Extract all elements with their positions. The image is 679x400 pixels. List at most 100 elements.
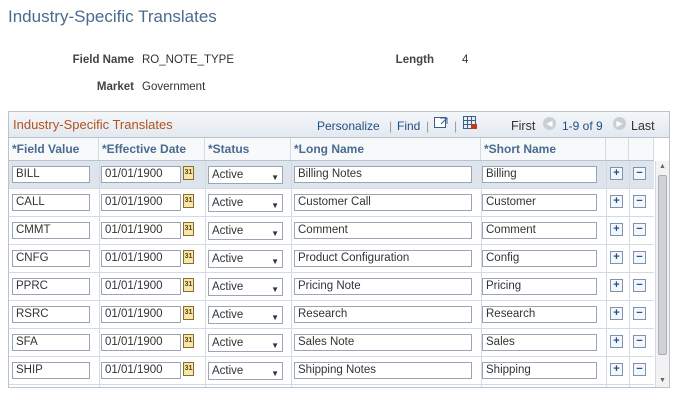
find-link[interactable]: Find <box>397 119 420 133</box>
view-all-icon[interactable] <box>434 116 448 129</box>
calendar-icon[interactable]: 31 <box>183 306 194 320</box>
effective-date-input[interactable]: 01/01/1900 <box>101 250 181 267</box>
effective-date-input[interactable]: 01/01/1900 <box>101 166 181 183</box>
effective-date-input[interactable]: 01/01/1900 <box>101 306 181 323</box>
calendar-icon[interactable]: 31 <box>183 194 194 208</box>
long-name-input[interactable]: Comment <box>294 222 472 239</box>
short-name-input[interactable]: Customer <box>482 194 597 211</box>
add-row-button[interactable]: + <box>610 279 623 292</box>
add-row-button[interactable]: + <box>610 195 623 208</box>
effective-date-input[interactable]: 01/01/1900 <box>101 278 181 295</box>
add-row-button[interactable]: + <box>610 335 623 348</box>
grid-header-bar: Industry-Specific Translates Personalize… <box>9 112 669 138</box>
add-row-button[interactable]: + <box>610 307 623 320</box>
field-value-input[interactable]: PPRC <box>12 278 90 295</box>
calendar-icon[interactable]: 31 <box>183 278 194 292</box>
short-name-input[interactable]: Sales <box>482 334 597 351</box>
short-name-input[interactable]: Shipping <box>482 362 597 379</box>
last-label: Last <box>631 119 655 133</box>
field-value-input[interactable]: BILL <box>12 166 90 183</box>
col-field-value[interactable]: *Field Value <box>9 138 99 160</box>
col-add <box>606 138 629 160</box>
chevron-down-icon: ▼ <box>271 173 279 182</box>
long-name-input[interactable]: Product Configuration <box>294 250 472 267</box>
short-name-input[interactable]: Research <box>482 306 597 323</box>
field-value-input[interactable]: SFA <box>12 334 90 351</box>
status-select[interactable]: Active ▼ <box>208 194 283 212</box>
status-select[interactable]: Active ▼ <box>208 166 283 184</box>
status-select[interactable]: Active ▼ <box>208 278 283 296</box>
long-name-input[interactable]: Billing Notes <box>294 166 472 183</box>
download-icon[interactable] <box>463 116 477 129</box>
column-divider <box>606 161 607 387</box>
delete-row-button[interactable]: − <box>633 363 646 376</box>
calendar-icon[interactable]: 31 <box>183 222 194 236</box>
delete-row-button[interactable]: − <box>633 307 646 320</box>
col-status[interactable]: *Status <box>205 138 291 160</box>
short-name-input[interactable]: Comment <box>482 222 597 239</box>
delete-row-button[interactable]: − <box>633 167 646 180</box>
calendar-icon[interactable]: 31 <box>183 334 194 348</box>
add-row-button[interactable]: + <box>610 167 623 180</box>
long-name-input[interactable]: Pricing Note <box>294 278 472 295</box>
long-name-input[interactable]: Research <box>294 306 472 323</box>
grid-title: Industry-Specific Translates <box>13 117 173 132</box>
delete-row-button[interactable]: − <box>633 223 646 236</box>
status-select[interactable]: Active ▼ <box>208 306 283 324</box>
market-value: Government <box>142 81 206 93</box>
add-row-button[interactable]: + <box>610 223 623 236</box>
long-name-input[interactable]: Customer Call <box>294 194 472 211</box>
short-name-input[interactable]: Config <box>482 250 597 267</box>
effective-date-input[interactable]: 01/01/1900 <box>101 194 181 211</box>
calendar-icon[interactable]: 31 <box>183 362 194 376</box>
status-select[interactable]: Active ▼ <box>208 250 283 268</box>
delete-row-button[interactable]: − <box>633 335 646 348</box>
chevron-down-icon: ▼ <box>271 285 279 294</box>
status-select[interactable]: Active ▼ <box>208 334 283 352</box>
effective-date-input[interactable]: 01/01/1900 <box>101 362 181 379</box>
table-row: PPRC 01/01/1900 31 Active ▼ Pricing Note Prici… <box>9 273 654 301</box>
status-select[interactable]: Active ▼ <box>208 362 283 380</box>
delete-row-button[interactable]: − <box>633 195 646 208</box>
col-long-name[interactable]: *Long Name <box>291 138 481 160</box>
field-name-value: RO_NOTE_TYPE <box>142 54 235 66</box>
field-value-input[interactable]: CNFG <box>12 250 90 267</box>
long-name-input[interactable]: Sales Note <box>294 334 472 351</box>
next-arrow-icon[interactable]: ▶ <box>613 117 626 130</box>
effective-date-input[interactable]: 01/01/1900 <box>101 334 181 351</box>
field-value-input[interactable]: CMMT <box>12 222 90 239</box>
column-divider <box>481 161 482 387</box>
status-value: Active <box>212 225 244 237</box>
field-value-input[interactable]: SHIP <box>12 362 90 379</box>
field-value-input[interactable]: CALL <box>12 194 90 211</box>
col-short-name[interactable]: *Short Name <box>481 138 606 160</box>
field-value-input[interactable]: RSRC <box>12 306 90 323</box>
first-label: First <box>511 119 536 133</box>
add-row-button[interactable]: + <box>610 363 623 376</box>
add-row-button[interactable]: + <box>610 251 623 264</box>
effective-date-input[interactable]: 01/01/1900 <box>101 222 181 239</box>
status-value: Active <box>212 337 244 349</box>
status-value: Active <box>212 309 244 321</box>
long-name-input[interactable]: Shipping Notes <box>294 362 472 379</box>
personalize-link[interactable]: Personalize <box>317 119 380 133</box>
status-select[interactable]: Active ▼ <box>208 222 283 240</box>
delete-row-button[interactable]: − <box>633 279 646 292</box>
separator: | <box>454 119 458 133</box>
scrollbar-thumb[interactable] <box>658 175 667 355</box>
short-name-input[interactable]: Pricing <box>482 278 597 295</box>
translates-grid: Industry-Specific Translates Personalize… <box>8 111 670 388</box>
scroll-down-icon[interactable]: ▼ <box>656 375 669 387</box>
col-effective-date[interactable]: *Effective Date <box>99 138 205 160</box>
status-value: Active <box>212 197 244 209</box>
delete-row-button[interactable]: − <box>633 251 646 264</box>
chevron-down-icon: ▼ <box>271 341 279 350</box>
calendar-icon[interactable]: 31 <box>183 166 194 180</box>
vertical-scrollbar[interactable]: ▲ ▼ <box>655 161 669 387</box>
field-name-label: Field Name <box>72 54 134 66</box>
previous-arrow-icon[interactable]: ◀ <box>543 117 556 130</box>
calendar-icon[interactable]: 31 <box>183 250 194 264</box>
scroll-up-icon[interactable]: ▲ <box>656 161 669 173</box>
short-name-input[interactable]: Billing <box>482 166 597 183</box>
row-range: 1-9 of 9 <box>562 119 603 133</box>
